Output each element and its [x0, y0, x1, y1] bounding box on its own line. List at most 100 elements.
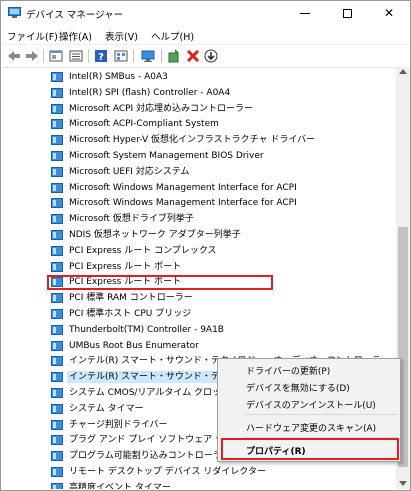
scroll-down-icon[interactable] — [399, 481, 407, 486]
system-device-icon — [51, 482, 63, 489]
menu-view[interactable]: 表示(V) — [105, 29, 138, 43]
tree-item-label: Microsoft Hyper-V 仮想化インフラストラクチャ ドライバー — [69, 135, 316, 146]
tree-item[interactable]: Microsoft ACPI 対応埋め込みコントローラー — [51, 101, 381, 117]
context-separator — [244, 414, 398, 415]
tree-item-label: リモート デスクトップ デバイス リダイレクター — [69, 467, 266, 477]
monitor-icon[interactable] — [140, 48, 156, 64]
tree-item[interactable]: PCI 標準ホスト CPU ブリッジ — [51, 306, 381, 322]
system-device-icon — [51, 403, 63, 414]
menu-help[interactable]: ヘルプ(H) — [151, 29, 194, 43]
tree-item[interactable]: Microsoft 仮想ドライブ列挙子 — [51, 211, 381, 227]
system-device-icon — [51, 340, 63, 351]
context-menu: ドライバーの更新(P) デバイスを無効にする(D) デバイスのアンインストール(… — [217, 358, 401, 462]
tree-item-label: Microsoft System Management BIOS Driver — [69, 151, 264, 161]
tree-item[interactable]: Microsoft ACPI-Compliant System — [51, 116, 381, 132]
properties-highlight — [221, 438, 399, 460]
system-device-icon — [51, 324, 63, 335]
tree-item-label: チャージ判別ドライバー — [69, 419, 168, 430]
title-bar[interactable]: デバイス マネージャー ✕ — [1, 1, 410, 25]
toolbar-separator — [88, 49, 89, 63]
tree-item-label: Thunderbolt(TM) Controller - 9A1B — [69, 324, 224, 335]
tree-item[interactable]: Microsoft UEFI 対応システム — [51, 164, 381, 180]
tree-item-label: Microsoft UEFI 対応システム — [69, 166, 190, 177]
scroll-up-icon[interactable] — [399, 69, 407, 74]
tree-item[interactable]: Microsoft Windows Management Interface f… — [51, 180, 381, 196]
window-title: デバイス マネージャー — [26, 10, 124, 21]
tree-item[interactable]: NDIS 仮想ネットワーク アダプター列挙子 — [51, 227, 381, 243]
maximize-button[interactable] — [327, 1, 367, 25]
tree-item-label: プログラム可能割り込みコントローラー — [69, 451, 231, 462]
tree-item-label: Intel(R) SPI (flash) Controller - A0A4 — [69, 87, 231, 98]
system-device-icon — [51, 388, 63, 398]
tree-item-label: PCI 標準 RAM コントローラー — [69, 293, 193, 304]
svg-text:?: ? — [98, 52, 104, 63]
selected-item-highlight — [47, 275, 273, 290]
toolbar-separator — [133, 49, 134, 63]
system-device-icon — [51, 103, 63, 114]
system-device-icon — [51, 435, 63, 446]
tree-item-label: Microsoft ACPI 対応埋め込みコントローラー — [69, 103, 254, 114]
tree-item[interactable]: Intel(R) SPI (flash) Controller - A0A4 — [51, 85, 381, 101]
system-device-icon — [51, 198, 63, 209]
minimize-button[interactable] — [285, 1, 325, 25]
minimize-icon — [300, 13, 310, 14]
tree-item-label: PCI Express ルート コンプレックス — [69, 245, 217, 256]
tree-item-label: Intel(R) SMBus - A0A3 — [69, 72, 168, 82]
tree-item[interactable]: PCI 標準 RAM コントローラー — [51, 290, 381, 306]
tree-item[interactable]: Microsoft Hyper-V 仮想化インフラストラクチャ ドライバー — [51, 132, 381, 148]
tree-item[interactable]: Microsoft System Management BIOS Driver — [51, 148, 381, 164]
tree-item-label: Microsoft ACPI-Compliant System — [69, 119, 219, 130]
system-device-icon — [51, 214, 63, 225]
uninstall-icon[interactable] — [185, 48, 201, 64]
download-icon[interactable] — [203, 48, 219, 64]
tree-item[interactable]: Microsoft Windows Management Interface f… — [51, 195, 381, 211]
device-list-icon[interactable] — [68, 48, 84, 64]
device-manager-window: デバイス マネージャー ✕ ファイル(F) 操作(A) 表示(V) ヘルプ(H) — [0, 0, 411, 491]
tree-item-label: Microsoft Windows Management Interface f… — [69, 182, 297, 193]
system-device-icon — [51, 166, 63, 177]
system-device-icon — [51, 87, 63, 98]
tree-item-label: システム CMOS/リアルタイム クロック — [69, 388, 231, 398]
tree-item[interactable]: PCI Express ルート コンプレックス — [51, 243, 381, 259]
device-manager-icon — [8, 7, 21, 18]
toolbar-separator — [43, 49, 44, 63]
system-device-icon — [51, 309, 63, 319]
back-arrow-icon[interactable] — [6, 48, 22, 64]
system-device-icon — [51, 135, 63, 146]
system-device-icon — [51, 245, 63, 256]
tree-item[interactable]: UMBus Root Bus Enumerator — [51, 338, 381, 354]
menu-file[interactable]: ファイル(F) — [7, 29, 58, 43]
system-device-icon — [51, 119, 63, 130]
context-scan-hardware[interactable]: ハードウェア変更のスキャン(A) — [246, 421, 376, 434]
system-device-icon — [51, 356, 63, 367]
properties-pane-icon[interactable] — [48, 48, 64, 64]
context-update-driver[interactable]: ドライバーの更新(P) — [246, 364, 330, 377]
close-button[interactable]: ✕ — [369, 1, 409, 25]
tree-item[interactable]: Intel(R) SMBus - A0A3 — [51, 69, 381, 85]
maximize-icon — [342, 9, 352, 18]
menu-action[interactable]: 操作(A) — [59, 29, 92, 43]
tree-item[interactable]: PCI Express ルート ポート — [51, 259, 381, 275]
add-driver-icon[interactable] — [166, 48, 182, 64]
tree-item-label: PCI Express ルート ポート — [69, 261, 182, 272]
forward-arrow-icon[interactable] — [24, 48, 40, 64]
view-icon[interactable] — [113, 48, 129, 64]
tree-item[interactable]: リモート デスクトップ デバイス リダイレクター — [51, 464, 381, 480]
system-device-icon — [51, 182, 63, 193]
system-device-icon — [51, 467, 63, 477]
tree-item-label: システム タイマー — [69, 403, 144, 414]
tree-item[interactable]: 高精度イベント タイマー — [51, 480, 381, 489]
help-icon[interactable]: ? — [93, 48, 109, 64]
tree-item-label: PCI 標準ホスト CPU ブリッジ — [69, 309, 192, 319]
context-disable-device[interactable]: デバイスを無効にする(D) — [246, 381, 350, 394]
system-device-icon — [51, 72, 63, 82]
tree-item[interactable]: Thunderbolt(TM) Controller - 9A1B — [51, 322, 381, 338]
tree-item-label: UMBus Root Bus Enumerator — [69, 340, 199, 351]
system-device-icon — [51, 419, 63, 430]
system-device-icon — [51, 261, 63, 272]
system-device-icon — [51, 372, 63, 383]
tree-item-label: Microsoft 仮想ドライブ列挙子 — [69, 214, 194, 225]
context-uninstall-device[interactable]: デバイスのアンインストール(U) — [246, 398, 376, 411]
tree-item-label: Microsoft Windows Management Interface f… — [69, 198, 297, 209]
tree-item-label: 高精度イベント タイマー — [69, 482, 171, 489]
